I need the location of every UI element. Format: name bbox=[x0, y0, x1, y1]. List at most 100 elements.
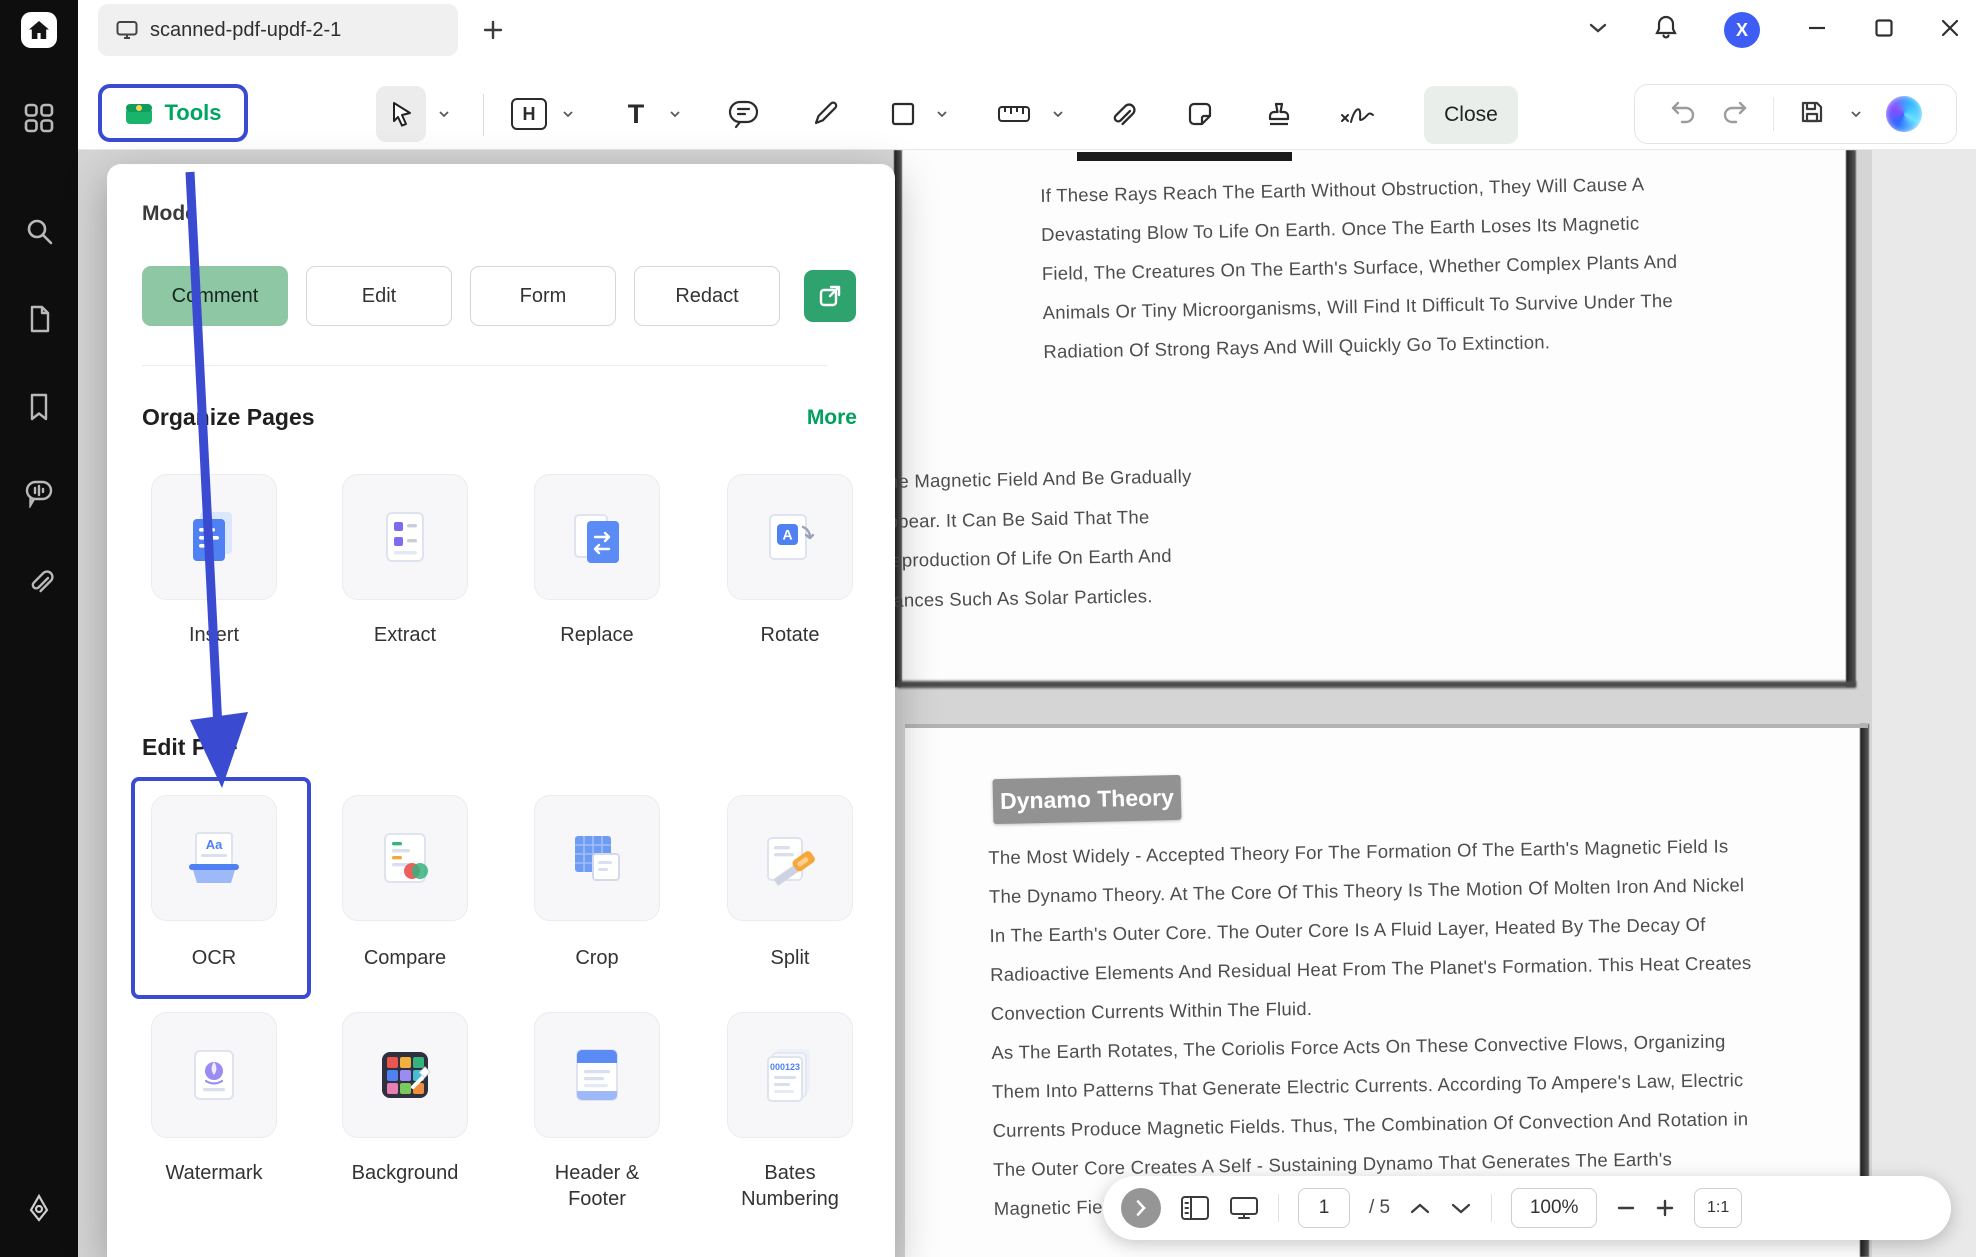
background-icon bbox=[375, 1045, 435, 1105]
apps-grid-button[interactable] bbox=[0, 96, 78, 140]
minimize-icon bbox=[1806, 17, 1828, 39]
header-footer-tile[interactable] bbox=[534, 1012, 660, 1138]
home-button[interactable] bbox=[0, 8, 78, 52]
mode-edit-button[interactable]: Edit bbox=[306, 266, 452, 326]
ai-assistant-button[interactable] bbox=[1886, 96, 1922, 132]
crop-tile[interactable] bbox=[534, 795, 660, 921]
signature-tool[interactable] bbox=[1326, 86, 1390, 142]
chevron-up-icon bbox=[1409, 1202, 1431, 1215]
watermark-label: Watermark bbox=[129, 1160, 299, 1186]
bates-numbering-tile[interactable]: 000123 bbox=[727, 1012, 853, 1138]
shape-tool[interactable] bbox=[878, 86, 928, 142]
minimize-button[interactable] bbox=[1806, 17, 1828, 44]
maximize-button[interactable] bbox=[1874, 18, 1894, 43]
zoom-out-button[interactable] bbox=[1616, 1198, 1636, 1218]
expand-panel-button[interactable] bbox=[1121, 1188, 1161, 1228]
zoom-in-button[interactable] bbox=[1655, 1198, 1675, 1218]
measure-tool-dropdown[interactable] bbox=[1050, 86, 1066, 142]
close-label: Close bbox=[1444, 103, 1498, 127]
account-avatar[interactable]: X bbox=[1724, 12, 1760, 48]
background-tile[interactable] bbox=[342, 1012, 468, 1138]
highlight-tool[interactable]: H bbox=[505, 86, 553, 142]
close-mode-button[interactable]: Close bbox=[1424, 86, 1518, 144]
compare-tile[interactable] bbox=[342, 795, 468, 921]
replace-tile[interactable] bbox=[534, 474, 660, 600]
stamp-tool[interactable] bbox=[1254, 86, 1304, 142]
save-dropdown[interactable] bbox=[1850, 105, 1862, 123]
square-icon bbox=[890, 101, 916, 127]
attach-file-tool[interactable] bbox=[1096, 86, 1146, 142]
monitor-icon bbox=[116, 20, 138, 40]
insert-label: Insert bbox=[129, 622, 299, 648]
ocr-label: OCR bbox=[129, 945, 299, 971]
save-button[interactable] bbox=[1798, 98, 1826, 131]
new-tab-button[interactable] bbox=[482, 19, 504, 46]
pages-button[interactable] bbox=[0, 297, 78, 341]
shape-tool-dropdown[interactable] bbox=[934, 86, 950, 142]
document-tab[interactable]: scanned-pdf-updf-2-1 bbox=[98, 4, 458, 56]
highlight-tool-dropdown[interactable] bbox=[560, 86, 576, 142]
tabs-dropdown-button[interactable] bbox=[1588, 21, 1608, 39]
measure-tool[interactable] bbox=[986, 86, 1042, 142]
chevron-down-icon bbox=[438, 110, 450, 118]
mode-comment-button[interactable]: Comment bbox=[142, 266, 288, 326]
slideshow-icon[interactable] bbox=[1229, 1195, 1259, 1221]
plus-icon bbox=[482, 19, 504, 41]
cursor-icon bbox=[387, 100, 415, 128]
notifications-button[interactable] bbox=[1654, 14, 1678, 46]
thumbnail-panel-icon[interactable] bbox=[1180, 1195, 1210, 1221]
select-tool-dropdown[interactable] bbox=[436, 86, 452, 142]
rotate-tile[interactable]: A bbox=[727, 474, 853, 600]
external-link-icon bbox=[818, 284, 842, 308]
mode-form-button[interactable]: Form bbox=[470, 266, 616, 326]
pencil-tool[interactable] bbox=[800, 86, 850, 142]
undo-icon bbox=[1669, 99, 1697, 125]
header-footer-label: Header & Footer bbox=[542, 1160, 652, 1212]
sticker-tool[interactable] bbox=[1175, 86, 1225, 142]
insert-tile[interactable] bbox=[151, 474, 277, 600]
watermark-tile[interactable] bbox=[151, 1012, 277, 1138]
divider bbox=[1278, 1194, 1279, 1222]
text-tool-dropdown[interactable] bbox=[667, 86, 683, 142]
note-tool[interactable] bbox=[718, 86, 770, 142]
redo-icon bbox=[1721, 99, 1749, 125]
close-window-button[interactable] bbox=[1940, 18, 1960, 43]
select-tool[interactable] bbox=[376, 86, 426, 142]
page1-paragraph: If These Rays Reach The Earth Without Ob… bbox=[1040, 164, 1679, 371]
page-number-input[interactable]: 1 bbox=[1298, 1188, 1350, 1228]
divider bbox=[1491, 1194, 1492, 1222]
next-page-button[interactable] bbox=[1450, 1202, 1472, 1215]
stamp-icon bbox=[1265, 100, 1293, 128]
zoom-level-input[interactable]: 100% bbox=[1511, 1188, 1597, 1228]
extract-tile[interactable] bbox=[342, 474, 468, 600]
more-link[interactable]: More bbox=[767, 406, 857, 430]
previous-page-button[interactable] bbox=[1409, 1202, 1431, 1215]
search-button[interactable] bbox=[0, 209, 78, 253]
tools-menu-button[interactable]: Tools bbox=[98, 84, 248, 142]
bookmarks-button[interactable] bbox=[0, 385, 78, 429]
compare-label: Compare bbox=[320, 945, 490, 971]
comments-button[interactable] bbox=[0, 471, 78, 515]
split-tile[interactable] bbox=[727, 795, 853, 921]
attachments-button[interactable] bbox=[0, 559, 78, 603]
undo-button[interactable] bbox=[1669, 99, 1697, 130]
redo-button[interactable] bbox=[1721, 99, 1749, 130]
tools-label: Tools bbox=[164, 100, 221, 126]
chevron-down-icon bbox=[562, 110, 574, 118]
text-tool[interactable]: T bbox=[614, 86, 658, 142]
page2-heading-highlight: Dynamo Theory bbox=[993, 775, 1182, 824]
title-bar: scanned-pdf-updf-2-1 X bbox=[78, 0, 1976, 60]
actual-size-button[interactable]: 1:1 bbox=[1694, 1188, 1742, 1228]
bates-numbering-label: Bates Numbering bbox=[740, 1160, 840, 1212]
brand-pen-button[interactable] bbox=[0, 1186, 78, 1230]
chevron-down-icon bbox=[669, 110, 681, 118]
search-icon bbox=[24, 216, 54, 246]
ocr-tile[interactable]: Aa bbox=[151, 795, 277, 921]
chevron-down-icon bbox=[1588, 22, 1608, 34]
crop-icon bbox=[567, 828, 627, 888]
open-in-new-window-button[interactable] bbox=[804, 270, 856, 322]
extract-icon bbox=[375, 507, 435, 567]
chevron-down-icon bbox=[1052, 110, 1064, 118]
svg-text:A: A bbox=[782, 527, 792, 543]
mode-redact-button[interactable]: Redact bbox=[634, 266, 780, 326]
